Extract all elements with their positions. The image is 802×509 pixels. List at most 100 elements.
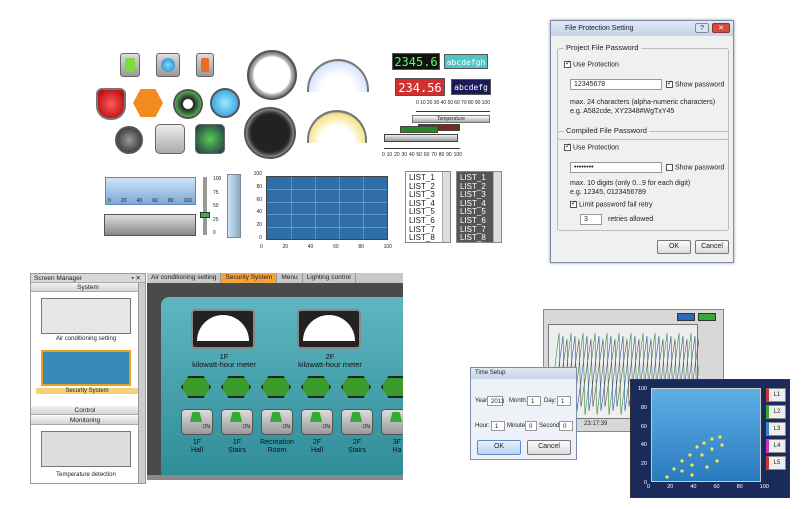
ok-button[interactable]: OK <box>657 240 691 254</box>
slider-tick: 50 <box>213 203 219 209</box>
slider-tick: 0 <box>108 198 111 204</box>
chart-plot-area <box>266 176 388 240</box>
switch-label: 1F Stairs <box>228 439 246 454</box>
time-ok-button[interactable]: OK <box>477 440 521 455</box>
switch-lamp <box>350 412 362 422</box>
section-control[interactable]: Control <box>31 406 139 415</box>
use-protection-checkbox-1[interactable]: Use Protection <box>564 59 619 68</box>
scale-tick: 50 <box>416 152 422 158</box>
screen-tabs: Air conditioning setting Security System… <box>147 273 403 283</box>
slider-tick: 75 <box>213 189 219 196</box>
scatter-point <box>690 463 694 467</box>
round-lamp-dark[interactable] <box>173 89 203 119</box>
radar-button-icon[interactable] <box>195 124 225 154</box>
tab-security-system[interactable]: Security System <box>221 273 278 283</box>
second-input[interactable]: 0 <box>559 421 573 431</box>
scatter-point <box>710 447 714 451</box>
knob-icon[interactable] <box>115 126 143 154</box>
vertical-slider-thumb[interactable] <box>200 212 210 218</box>
thumb-security-system[interactable] <box>41 350 131 386</box>
item-security-system[interactable]: Security System <box>36 388 138 394</box>
screen-hscrollbar[interactable] <box>147 475 403 480</box>
light-switch[interactable]: ON <box>301 409 333 435</box>
scatter-y-ticks: 100 80 60 40 20 0 <box>633 386 647 486</box>
item-temperature[interactable]: Temperature detection <box>36 472 136 478</box>
lamp-orange[interactable] <box>196 53 214 77</box>
section-monitoring[interactable]: Monitoring <box>31 416 139 425</box>
vertical-gauge-bar <box>227 174 241 238</box>
hour-label: Hour: <box>475 423 490 429</box>
palette-button-icon[interactable] <box>155 124 185 154</box>
scatter-point <box>715 459 719 463</box>
semi-gauge-blue <box>307 59 369 92</box>
light-switch[interactable]: ON <box>221 409 253 435</box>
show-password-checkbox-1[interactable]: Show password <box>666 79 724 88</box>
slider-tick: 40 <box>136 198 143 204</box>
year-input[interactable]: 2013 <box>487 396 504 406</box>
item-air-conditioning[interactable]: Air conditioning setting <box>36 336 136 342</box>
scatter-plot <box>651 388 761 482</box>
switch-label: 2F Hall <box>310 439 324 454</box>
help-button[interactable]: ? <box>695 23 709 33</box>
group-title: Project File Password <box>564 43 641 52</box>
thumb-air-conditioning[interactable] <box>41 298 131 334</box>
chart-gridline <box>315 177 316 239</box>
switch-label: 1F Hall <box>190 439 204 454</box>
switch-state: ON <box>403 424 404 430</box>
lamp-green[interactable] <box>120 53 140 77</box>
sm-scrollbar[interactable] <box>138 283 145 483</box>
section-system[interactable]: System <box>31 283 145 292</box>
switch-label: 3F Ha <box>392 439 402 454</box>
vertical-slider[interactable] <box>203 177 207 235</box>
screen-manager-title: Screen Manager ▪ ✕ <box>31 274 145 283</box>
switch-state: ON <box>362 424 371 430</box>
legend-item[interactable]: L4 <box>766 439 786 453</box>
trend-button-blue[interactable] <box>677 313 695 321</box>
time-cancel-button[interactable]: Cancel <box>527 440 571 455</box>
month-input[interactable]: 1 <box>527 396 541 406</box>
lamp-blue[interactable] <box>156 53 180 77</box>
status-hex-lamp <box>381 376 403 398</box>
list-scrollbar[interactable] <box>493 172 501 242</box>
list-box-dark[interactable]: LIST_1 LIST_2 LIST_3 LIST_4 LIST_5 LIST_6 LIST… <box>456 171 502 243</box>
project-hint-1: max. 24 characters (alpha-numeric charac… <box>570 99 716 106</box>
legend-item[interactable]: L1 <box>766 388 786 402</box>
use-protection-checkbox-2[interactable]: Use Protection <box>564 142 619 151</box>
compiled-password-input[interactable]: •••••••• <box>570 162 662 173</box>
round-lamp-blue[interactable] <box>210 88 240 118</box>
legend-item[interactable]: L3 <box>766 422 786 436</box>
retries-stepper[interactable]: 3 <box>580 214 602 225</box>
shield-lamp-red[interactable] <box>96 88 126 120</box>
light-switch[interactable]: ON <box>261 409 293 435</box>
meter-1-label: 1F kilowatt-hour meter <box>192 352 256 369</box>
trend-button-green[interactable] <box>698 313 716 321</box>
minute-input[interactable]: 0 <box>525 421 537 431</box>
hour-input[interactable]: 1 <box>491 421 505 431</box>
thumb-temperature[interactable] <box>41 431 131 467</box>
tab-lighting-control[interactable]: Lighting control <box>303 273 356 283</box>
light-switch[interactable]: ON <box>181 409 213 435</box>
day-input[interactable]: 1 <box>557 396 571 406</box>
scatter-point <box>688 453 692 457</box>
show-password-checkbox-2[interactable]: Show password <box>666 164 724 171</box>
scatter-x-tick: 80 <box>736 484 743 490</box>
slider-tick: 25 <box>213 216 219 223</box>
legend-item[interactable]: L5 <box>766 456 786 470</box>
list-scrollbar[interactable] <box>442 172 450 242</box>
close-button[interactable]: ✕ <box>712 23 730 33</box>
hex-lamp-orange[interactable] <box>133 89 163 117</box>
cancel-button[interactable]: Cancel <box>695 240 729 254</box>
tab-air-conditioning[interactable]: Air conditioning setting <box>147 273 222 283</box>
scale-bottom-labels: 0 10 20 30 40 50 60 70 80 90 100 <box>382 152 462 158</box>
scatter-point <box>695 445 699 449</box>
legend-item[interactable]: L2 <box>766 405 786 419</box>
light-switch[interactable]: ON <box>381 409 403 435</box>
chart-y-tick: 60 <box>256 196 262 203</box>
switch-state: ON <box>202 424 211 430</box>
light-switch[interactable]: ON <box>341 409 373 435</box>
pin-icon[interactable]: ▪ ✕ <box>131 274 141 283</box>
list-box-light[interactable]: LIST_1 LIST_2 LIST_3 LIST_4 LIST_5 LIST_6 LIST… <box>405 171 451 243</box>
project-password-input[interactable]: 12345678 <box>570 79 662 90</box>
limit-retry-checkbox[interactable]: Limit password fail retry <box>570 199 653 208</box>
tab-menu[interactable]: Menu <box>277 273 303 283</box>
